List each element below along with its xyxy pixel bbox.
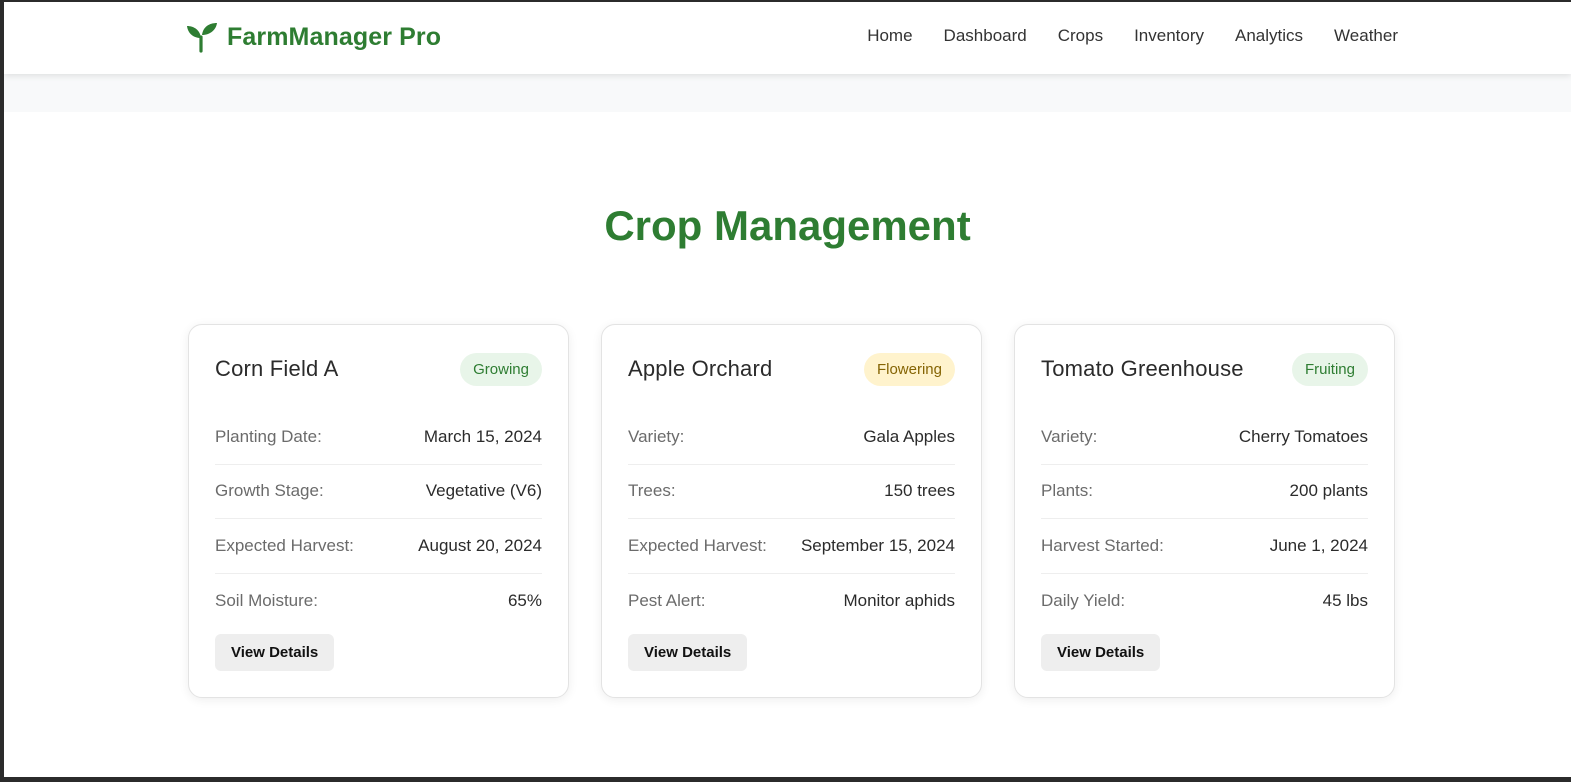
nav-analytics[interactable]: Analytics [1235,26,1303,46]
card-header: Tomato Greenhouse Fruiting [1041,351,1368,387]
card-details: Variety: Cherry Tomatoes Plants: 200 pla… [1041,410,1368,628]
nav-crops[interactable]: Crops [1058,26,1103,46]
detail-label: Daily Yield: [1041,590,1126,610]
nav-dashboard[interactable]: Dashboard [944,26,1027,46]
detail-row: Trees: 150 trees [628,465,955,519]
browser-page: FarmManager Pro Home Dashboard Crops Inv… [4,2,1571,777]
nav-inventory[interactable]: Inventory [1134,26,1204,46]
card-title: Apple Orchard [628,356,773,381]
detail-label: Variety: [628,426,685,446]
detail-row: Pest Alert: Monitor aphids [628,574,955,629]
detail-label: Growth Stage: [215,481,324,501]
view-details-button[interactable]: View Details [1041,634,1161,671]
detail-value: Gala Apples [863,426,955,446]
detail-value: 200 plants [1289,481,1368,501]
detail-row: Expected Harvest: September 15, 2024 [628,519,955,574]
brand-logo-link[interactable]: FarmManager Pro [186,21,441,53]
crop-card-tomato-greenhouse: Tomato Greenhouse Fruiting Variety: Cher… [1014,324,1395,698]
card-header: Apple Orchard Flowering [628,351,955,387]
card-details: Planting Date: March 15, 2024 Growth Sta… [215,410,542,628]
detail-value: 45 lbs [1322,590,1368,610]
view-details-button[interactable]: View Details [628,634,748,671]
sprout-icon [187,23,217,53]
detail-value: June 1, 2024 [1269,535,1368,555]
page-title: Crop Management [604,202,971,249]
view-details-button[interactable]: View Details [215,634,335,671]
crop-card-corn-field-a: Corn Field A Growing Planting Date: Marc… [188,324,569,698]
crop-card-apple-orchard: Apple Orchard Flowering Variety: Gala Ap… [601,324,982,698]
detail-value: September 15, 2024 [800,535,955,555]
card-title: Tomato Greenhouse [1041,356,1244,381]
detail-label: Plants: [1041,481,1093,501]
detail-label: Harvest Started: [1041,535,1164,555]
detail-value: August 20, 2024 [418,535,542,555]
top-navbar: FarmManager Pro Home Dashboard Crops Inv… [4,2,1571,74]
brand-name: FarmManager Pro [227,22,442,51]
header-band [4,74,1571,112]
detail-value: Cherry Tomatoes [1238,426,1368,446]
detail-row: Growth Stage: Vegetative (V6) [215,465,542,519]
detail-value: 65% [507,590,542,610]
card-header: Corn Field A Growing [215,351,542,387]
card-title: Corn Field A [215,356,339,381]
nav-home[interactable]: Home [867,26,912,46]
detail-value: March 15, 2024 [423,426,542,446]
detail-label: Expected Harvest: [215,535,354,555]
detail-label: Planting Date: [215,426,322,446]
detail-row: Variety: Gala Apples [628,410,955,465]
detail-row: Harvest Started: June 1, 2024 [1041,519,1368,574]
detail-row: Plants: 200 plants [1041,465,1368,519]
crop-cards: Corn Field A Growing Planting Date: Marc… [188,324,1395,698]
nav-weather[interactable]: Weather [1334,26,1398,46]
main-nav: Home Dashboard Crops Inventory Analytics… [867,26,1398,46]
detail-label: Expected Harvest: [628,535,767,555]
detail-label: Variety: [1041,426,1098,446]
detail-row: Variety: Cherry Tomatoes [1041,410,1368,465]
detail-row: Planting Date: March 15, 2024 [215,410,542,465]
detail-label: Trees: [628,481,676,501]
detail-label: Soil Moisture: [215,590,318,610]
detail-value: Vegetative (V6) [425,481,542,501]
detail-value: Monitor aphids [843,590,955,610]
status-badge: Growing [460,352,542,386]
detail-row: Expected Harvest: August 20, 2024 [215,519,542,574]
detail-row: Daily Yield: 45 lbs [1041,574,1368,629]
detail-label: Pest Alert: [628,590,706,610]
status-badge: Fruiting [1291,352,1368,386]
detail-value: 150 trees [884,481,955,501]
card-details: Variety: Gala Apples Trees: 150 trees Ex… [628,410,955,628]
status-badge: Flowering [863,352,955,386]
detail-row: Soil Moisture: 65% [215,574,542,629]
